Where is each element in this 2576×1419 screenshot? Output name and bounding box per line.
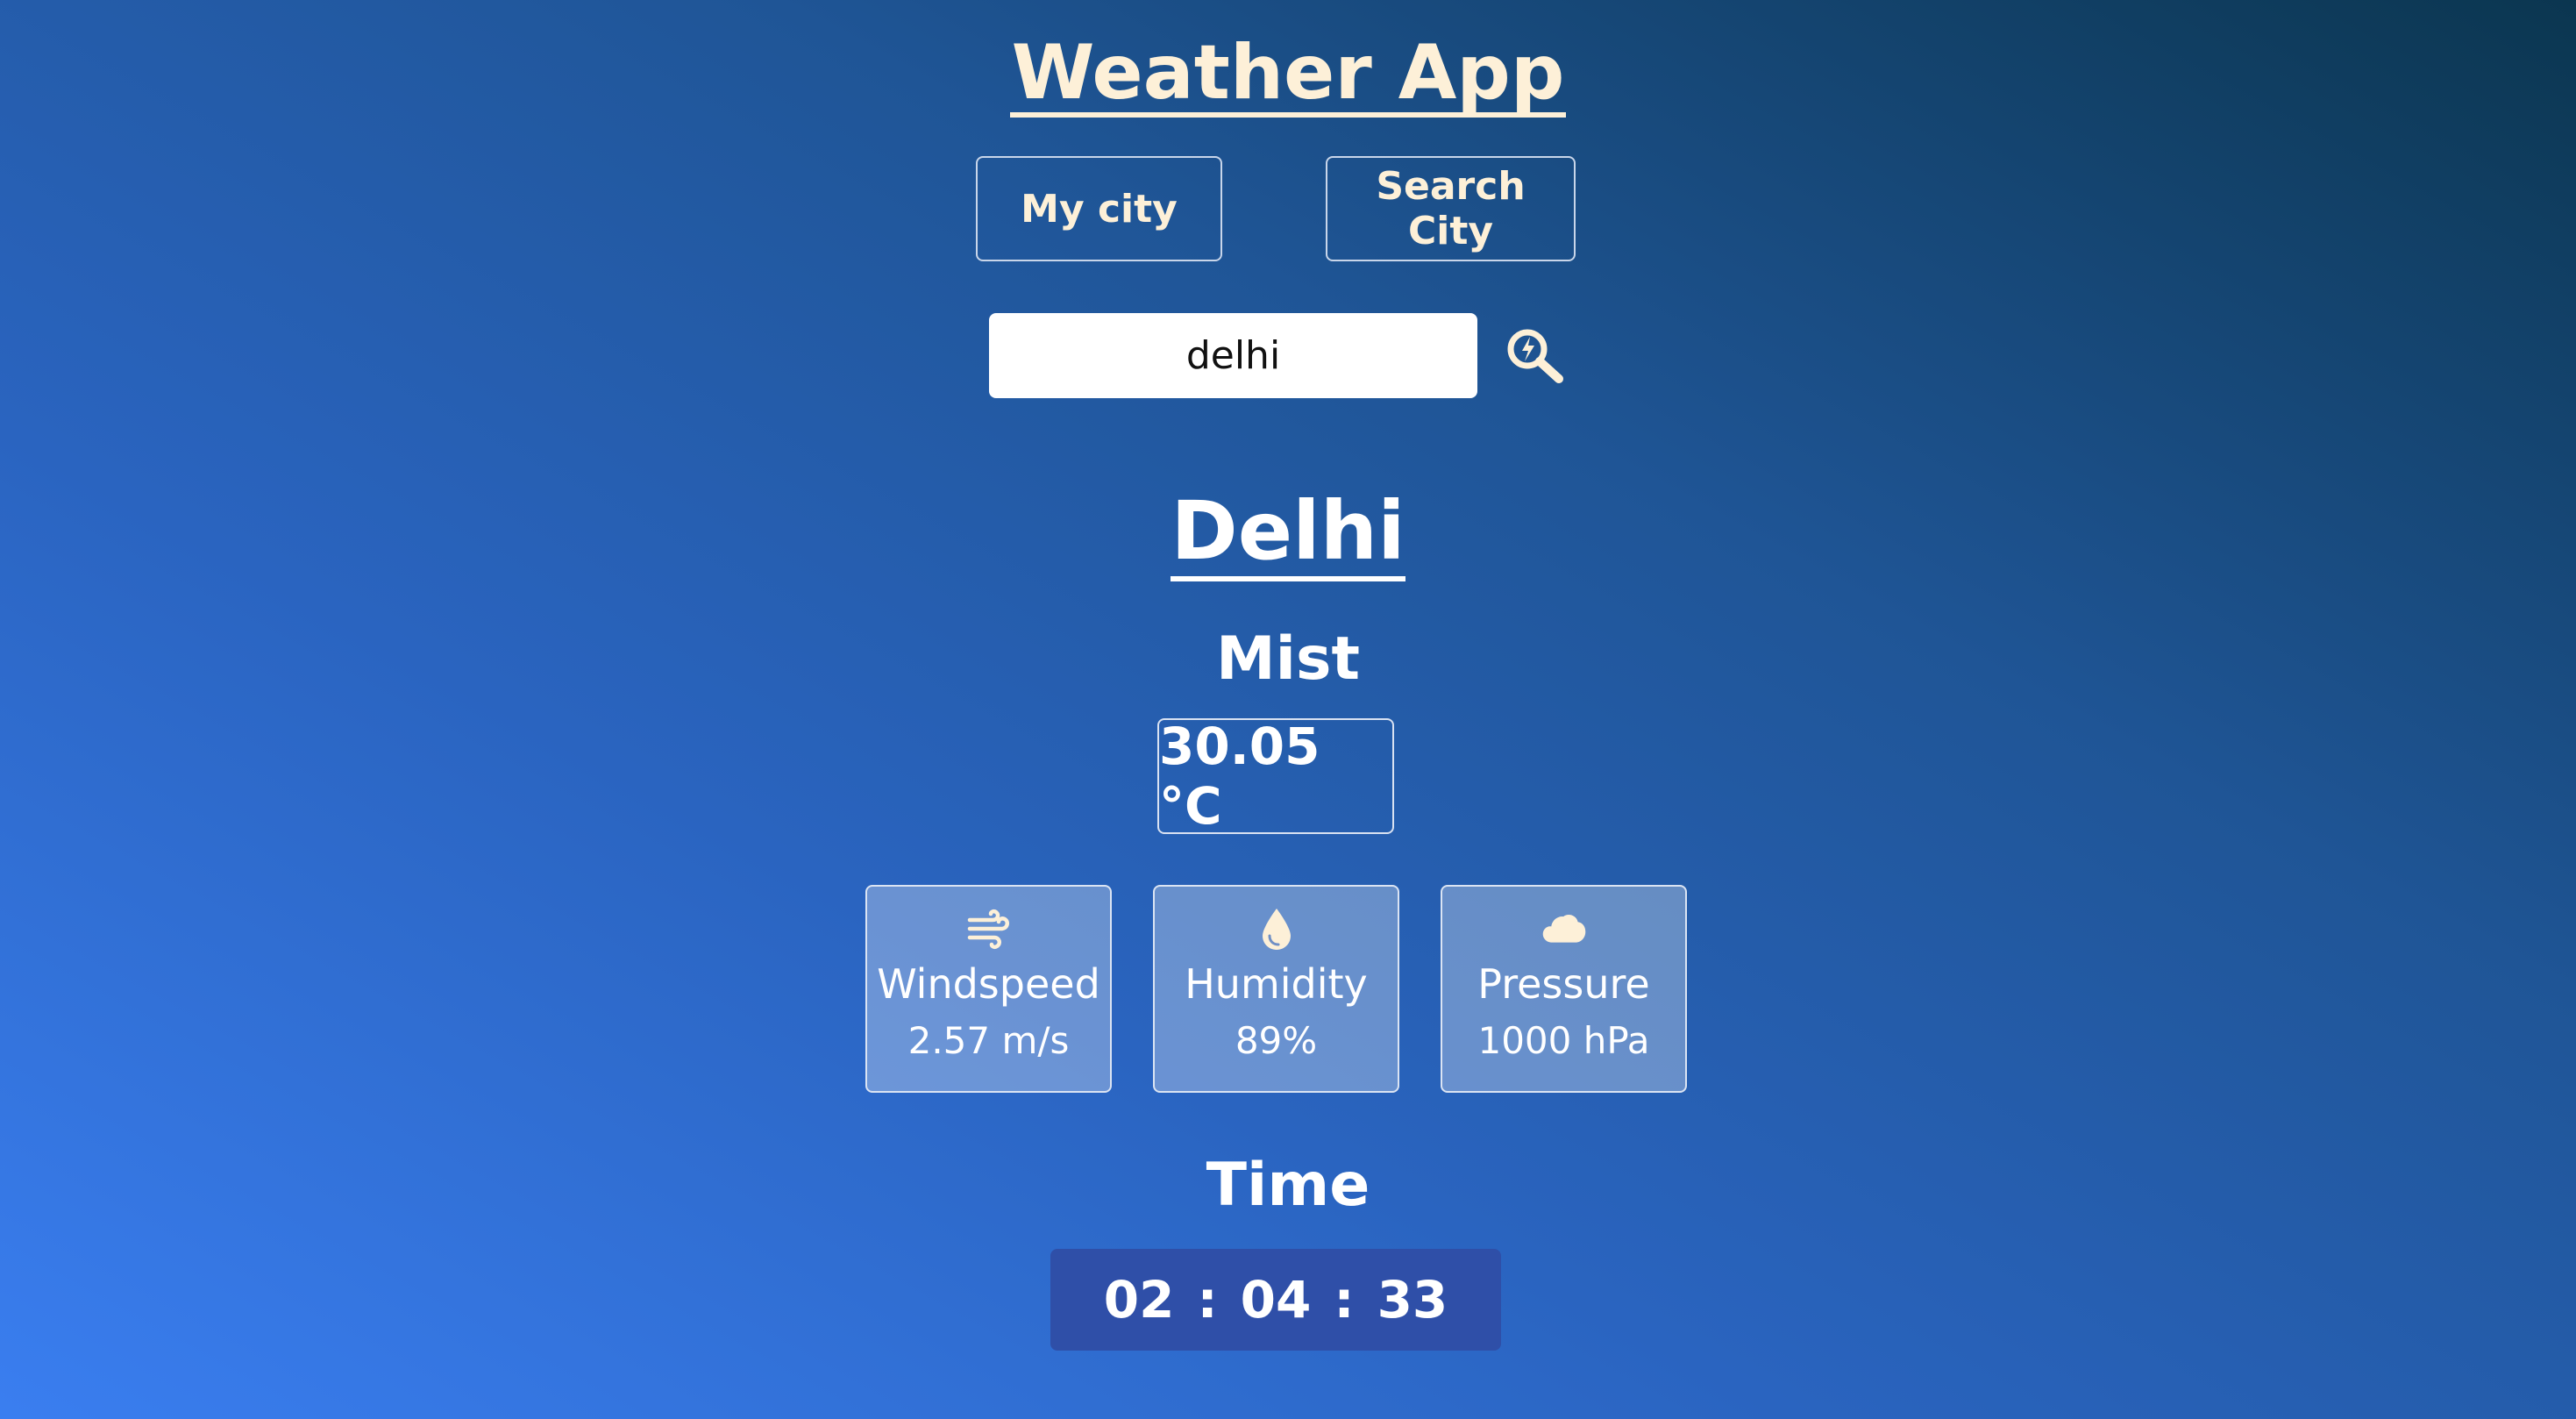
humidity-card: Humidity 89% — [1153, 885, 1399, 1093]
humidity-value: 89% — [1235, 1019, 1318, 1063]
search-submit-button[interactable] — [1501, 323, 1568, 389]
temperature-display: 30.05 °C — [1157, 717, 1394, 836]
clock-separator: : — [1334, 1270, 1355, 1330]
clock-separator: : — [1197, 1270, 1218, 1330]
wind-icon — [967, 909, 1009, 950]
my-city-button[interactable]: My city — [976, 156, 1222, 261]
search-city-button[interactable]: Search City — [1326, 156, 1576, 261]
water-drop-icon — [1262, 909, 1291, 950]
windspeed-card: Windspeed 2.57 m/s — [865, 885, 1112, 1093]
pressure-card: Pressure 1000 hPa — [1441, 885, 1687, 1093]
clock-hours: 02 — [1103, 1270, 1175, 1330]
city-name-text: Delhi — [1171, 488, 1405, 581]
app-title: Weather App — [0, 28, 2576, 118]
pressure-label: Pressure — [1477, 960, 1650, 1008]
app-title-text: Weather App — [1009, 29, 1567, 118]
search-icon — [1507, 329, 1563, 383]
windspeed-value: 2.57 m/s — [907, 1019, 1070, 1063]
clock-display: 02 : 04 : 33 — [1050, 1249, 1501, 1351]
city-search-input[interactable] — [989, 313, 1477, 398]
humidity-label: Humidity — [1185, 960, 1368, 1008]
pressure-value: 1000 hPa — [1477, 1019, 1650, 1063]
city-name: Delhi — [0, 487, 2576, 581]
cloud-icon — [1542, 915, 1585, 943]
clock-minutes: 04 — [1240, 1270, 1312, 1330]
clock-seconds: 33 — [1377, 1270, 1448, 1330]
weather-condition: Mist — [1216, 624, 1360, 694]
windspeed-label: Windspeed — [877, 960, 1100, 1008]
time-heading: Time — [1206, 1151, 1370, 1220]
